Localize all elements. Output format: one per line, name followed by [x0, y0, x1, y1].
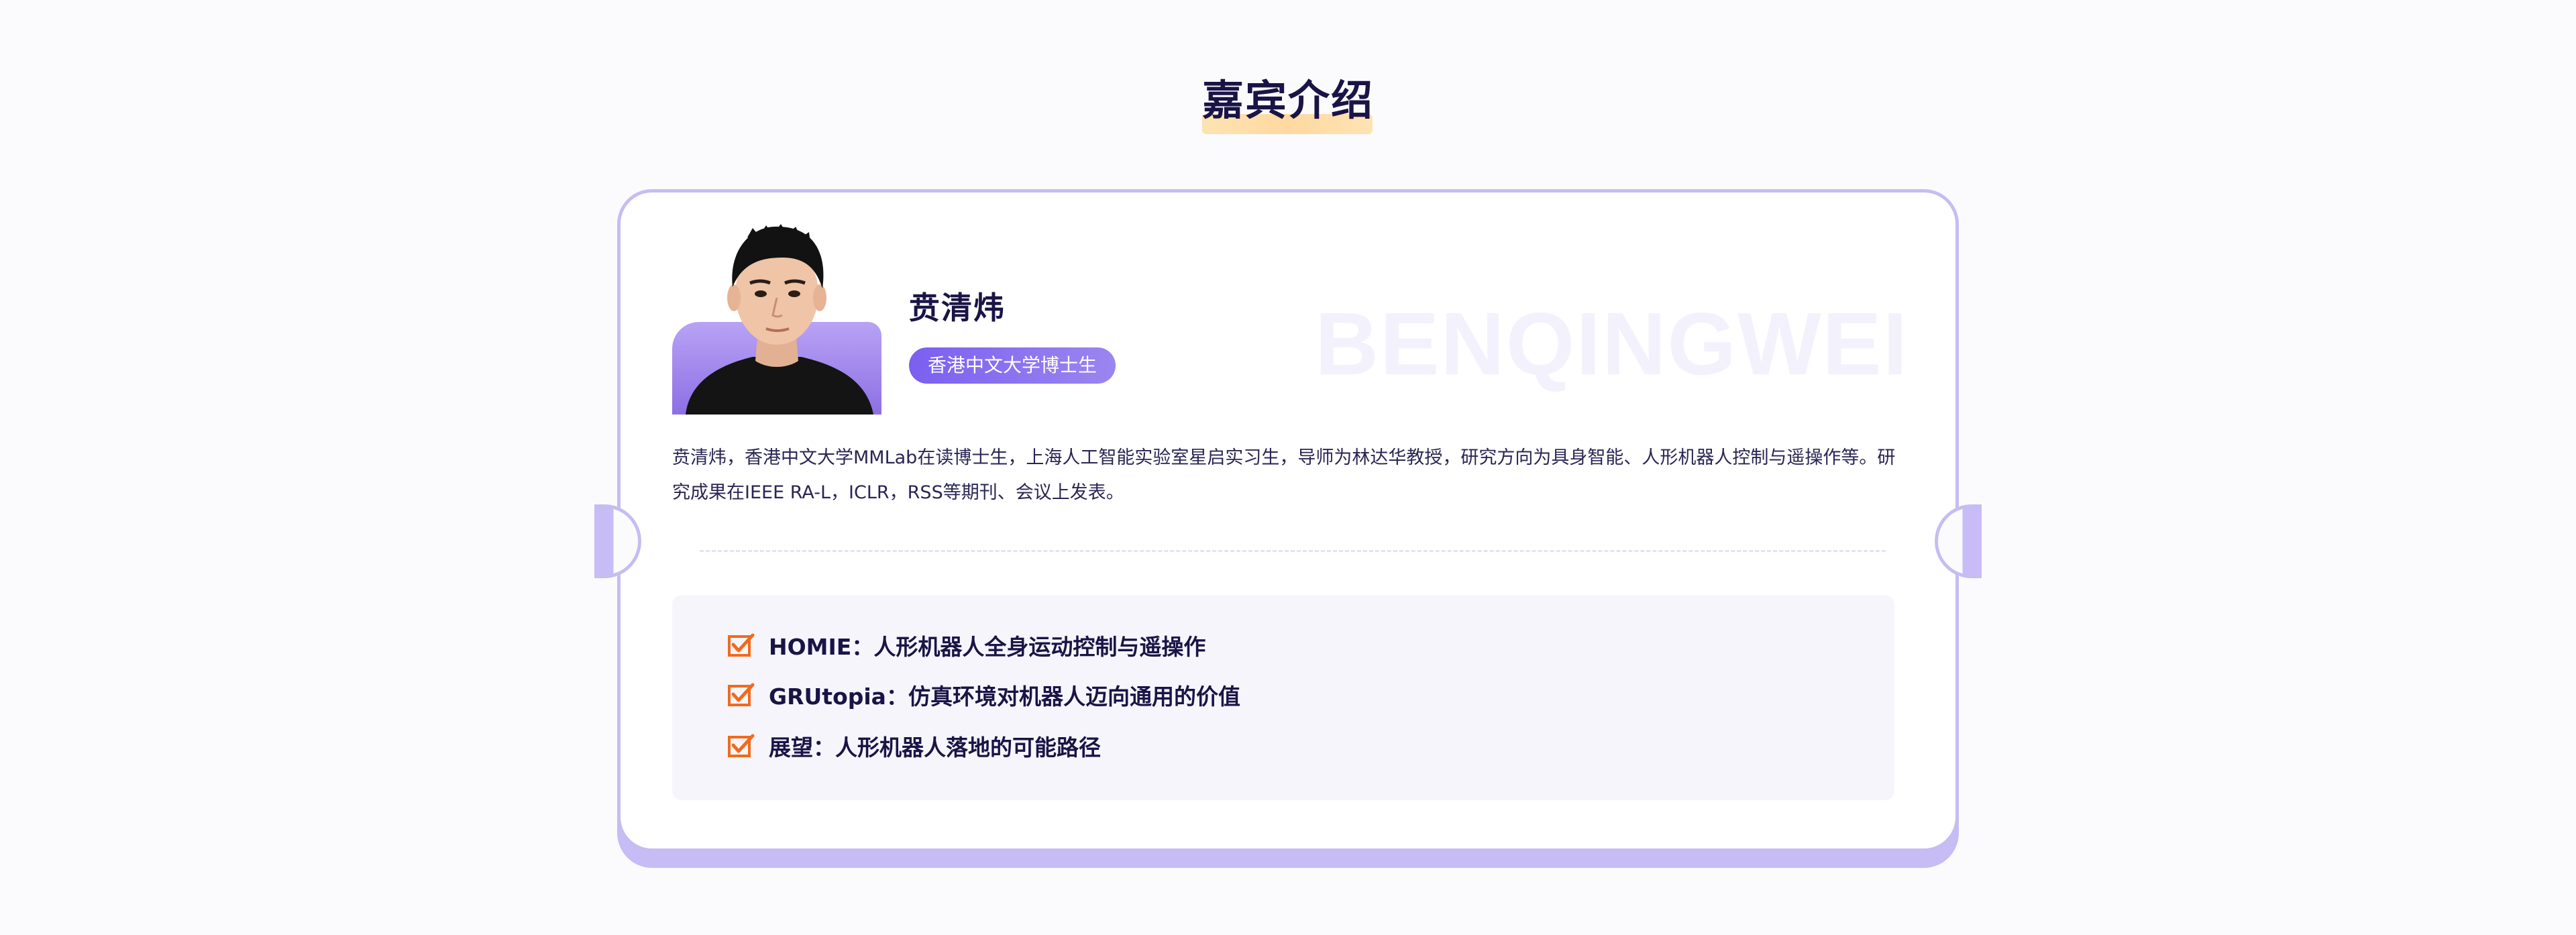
- topics-list: HOMIE：人形机器人全身运动控制与遥操作 GRUtopia：仿真环境对机器人迈…: [672, 595, 1894, 800]
- guest-intro-page: 嘉宾介绍 BENQINGWEI 贲清炜 香港中文大学博士生 贲清炜，香港中文大学…: [0, 0, 2576, 935]
- topic-text: 展望：人形机器人落地的可能路径: [769, 734, 1101, 761]
- dashed-divider: [700, 550, 1886, 552]
- section-title: 嘉宾介绍: [1201, 76, 1374, 125]
- portrait-photo: [686, 224, 873, 415]
- checkbox-checked-icon: [728, 633, 755, 657]
- guest-name: 贲清炜: [909, 290, 1006, 326]
- guest-bio: 贲清炜，香港中文大学MMLab在读博士生，上海人工智能实验室星启实习生，导师为林…: [672, 447, 1896, 503]
- topic-text: HOMIE：人形机器人全身运动控制与遥操作: [769, 634, 1206, 660]
- topic-text: GRUtopia：仿真环境对机器人迈向通用的价值: [769, 683, 1240, 710]
- topic-item: 展望：人形机器人落地的可能路径: [727, 728, 1101, 764]
- guest-affiliation-badge: 香港中文大学博士生: [909, 347, 1116, 384]
- topic-item: HOMIE：人形机器人全身运动控制与遥操作: [727, 627, 1205, 663]
- topic-item: GRUtopia：仿真环境对机器人迈向通用的价值: [727, 677, 1240, 713]
- section-header: 嘉宾介绍: [0, 67, 2576, 134]
- avatar: [672, 223, 884, 415]
- name-watermark: BENQINGWEI: [1315, 294, 1909, 393]
- checkbox-checked-icon: [728, 734, 755, 757]
- checkbox-checked-icon: [728, 683, 755, 706]
- guest-card: BENQINGWEI 贲清炜 香港中文大学博士生 贲清炜，香港中文大学MMLab…: [617, 189, 1959, 852]
